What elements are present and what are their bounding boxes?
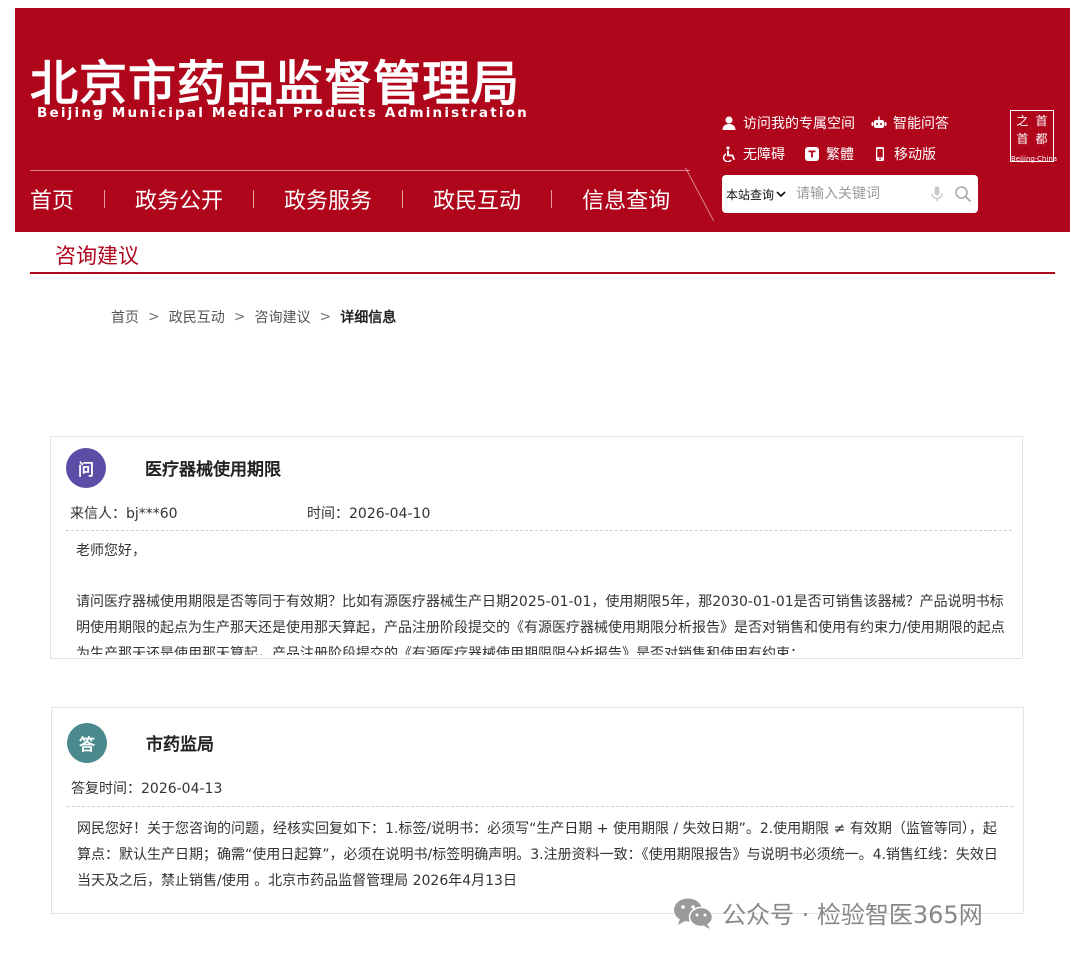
breadcrumb-separator: > bbox=[148, 309, 160, 325]
search-scope-label: 本站查询 bbox=[726, 187, 775, 202]
main-nav: 首页 政务公开 政务服务 政民互动 信息查询 bbox=[30, 183, 670, 215]
nav-separator bbox=[402, 190, 404, 208]
traditional-chinese-label: 繁體 bbox=[826, 147, 854, 163]
site-logo-subtitle: Beijing Municipal Medical Products Admin… bbox=[37, 105, 529, 121]
mobile-phone-icon bbox=[876, 147, 884, 161]
accessibility-label: 无障碍 bbox=[743, 147, 785, 163]
answer-card: 答 市药监局 答复时间：2026-04-13 网民您好！关于您咨询的问题，经核实… bbox=[51, 707, 1024, 914]
chevron-down-icon bbox=[776, 191, 786, 198]
breadcrumb: 首页 > 政民互动 > 咨询建议 > 详细信息 bbox=[111, 307, 396, 327]
nav-item-gov-services[interactable]: 政务服务 bbox=[284, 183, 372, 215]
traditional-chinese-link[interactable]: 繁體 bbox=[804, 144, 854, 164]
emblem-char: 都 bbox=[1035, 132, 1048, 146]
mobile-version-label: 移动版 bbox=[894, 147, 936, 163]
nav-separator bbox=[551, 190, 553, 208]
breadcrumb-separator: > bbox=[319, 309, 332, 325]
answer-reply-time: 答复时间：2026-04-13 bbox=[71, 781, 223, 797]
user-icon bbox=[722, 116, 736, 130]
question-badge: 问 bbox=[66, 448, 106, 488]
answer-badge: 答 bbox=[67, 723, 107, 763]
nav-item-home[interactable]: 首页 bbox=[30, 183, 74, 215]
question-content: 请问医疗器械使用期限是否等同于有效期？比如有源医疗器械生产日期2025-01-0… bbox=[76, 594, 1005, 655]
answer-content: 网民您好！关于您咨询的问题，经核实回复如下：1.标签/说明书：必须写“生产日期 … bbox=[77, 821, 998, 889]
question-card: 问 医疗器械使用期限 来信人：bj***60 时间：2026-04-10 老师您… bbox=[50, 436, 1023, 659]
my-space-link[interactable]: 访问我的专属空间 bbox=[721, 113, 855, 133]
nav-diagonal-divider bbox=[685, 167, 715, 221]
emblem-char: 首 bbox=[1035, 114, 1048, 128]
question-greeting: 老师您好， bbox=[76, 543, 146, 559]
my-space-label: 访问我的专属空间 bbox=[743, 116, 855, 132]
breadcrumb-home[interactable]: 首页 bbox=[111, 307, 139, 327]
nav-item-info-query[interactable]: 信息查询 bbox=[582, 183, 670, 215]
question-sender: 来信人：bj***60 bbox=[70, 506, 178, 522]
wechat-icon bbox=[674, 898, 714, 929]
emblem-char: 首 bbox=[1016, 132, 1029, 146]
accessibility-link[interactable]: 无障碍 bbox=[721, 144, 785, 164]
breadcrumb-current: 详细信息 bbox=[340, 310, 397, 326]
site-header: 北京市药品监督管理局 Beijing Municipal Medical Pro… bbox=[15, 8, 1070, 232]
search-box: 本站查询 bbox=[722, 175, 978, 213]
question-title: 医疗器械使用期限 bbox=[145, 460, 281, 480]
nav-item-gov-affairs[interactable]: 政务公开 bbox=[135, 183, 223, 215]
breadcrumb-consultation[interactable]: 咨询建议 bbox=[254, 307, 310, 327]
watermark-text: 公众号 · 检验智医365网 bbox=[722, 901, 983, 929]
traditional-chinese-icon bbox=[805, 147, 819, 161]
breadcrumb-separator: > bbox=[233, 309, 246, 325]
emblem-char: 之 bbox=[1016, 114, 1029, 128]
search-scope-select[interactable]: 本站查询 bbox=[722, 186, 786, 203]
emblem-subtitle: Beijing·China bbox=[1011, 155, 1058, 163]
search-icon[interactable] bbox=[954, 185, 972, 203]
question-time: 时间：2026-04-10 bbox=[307, 506, 431, 522]
search-input[interactable] bbox=[796, 186, 927, 202]
wheelchair-icon bbox=[722, 146, 735, 162]
mobile-version-link[interactable]: 移动版 bbox=[872, 144, 936, 164]
answer-divider bbox=[67, 806, 1013, 807]
breadcrumb-interaction[interactable]: 政民互动 bbox=[169, 307, 225, 327]
section-divider bbox=[30, 272, 1055, 274]
microphone-icon[interactable] bbox=[928, 185, 946, 203]
smart-qa-label: 智能问答 bbox=[893, 116, 949, 132]
robot-icon bbox=[871, 116, 887, 128]
question-divider bbox=[66, 530, 1012, 531]
smart-qa-link[interactable]: 智能问答 bbox=[871, 113, 949, 133]
answer-title: 市药监局 bbox=[146, 735, 214, 755]
nav-item-interaction[interactable]: 政民互动 bbox=[433, 183, 521, 215]
section-title: 咨询建议 bbox=[55, 244, 139, 268]
nav-separator bbox=[104, 190, 106, 208]
wechat-watermark: 公众号 · 检验智医365网 bbox=[672, 895, 983, 930]
site-logo-title[interactable]: 北京市药品监督管理局 bbox=[30, 44, 520, 114]
nav-top-divider bbox=[30, 170, 690, 171]
nav-separator bbox=[253, 190, 255, 208]
beijing-emblem-logo: 之 首 首 都 Beijing·China bbox=[1010, 110, 1058, 163]
